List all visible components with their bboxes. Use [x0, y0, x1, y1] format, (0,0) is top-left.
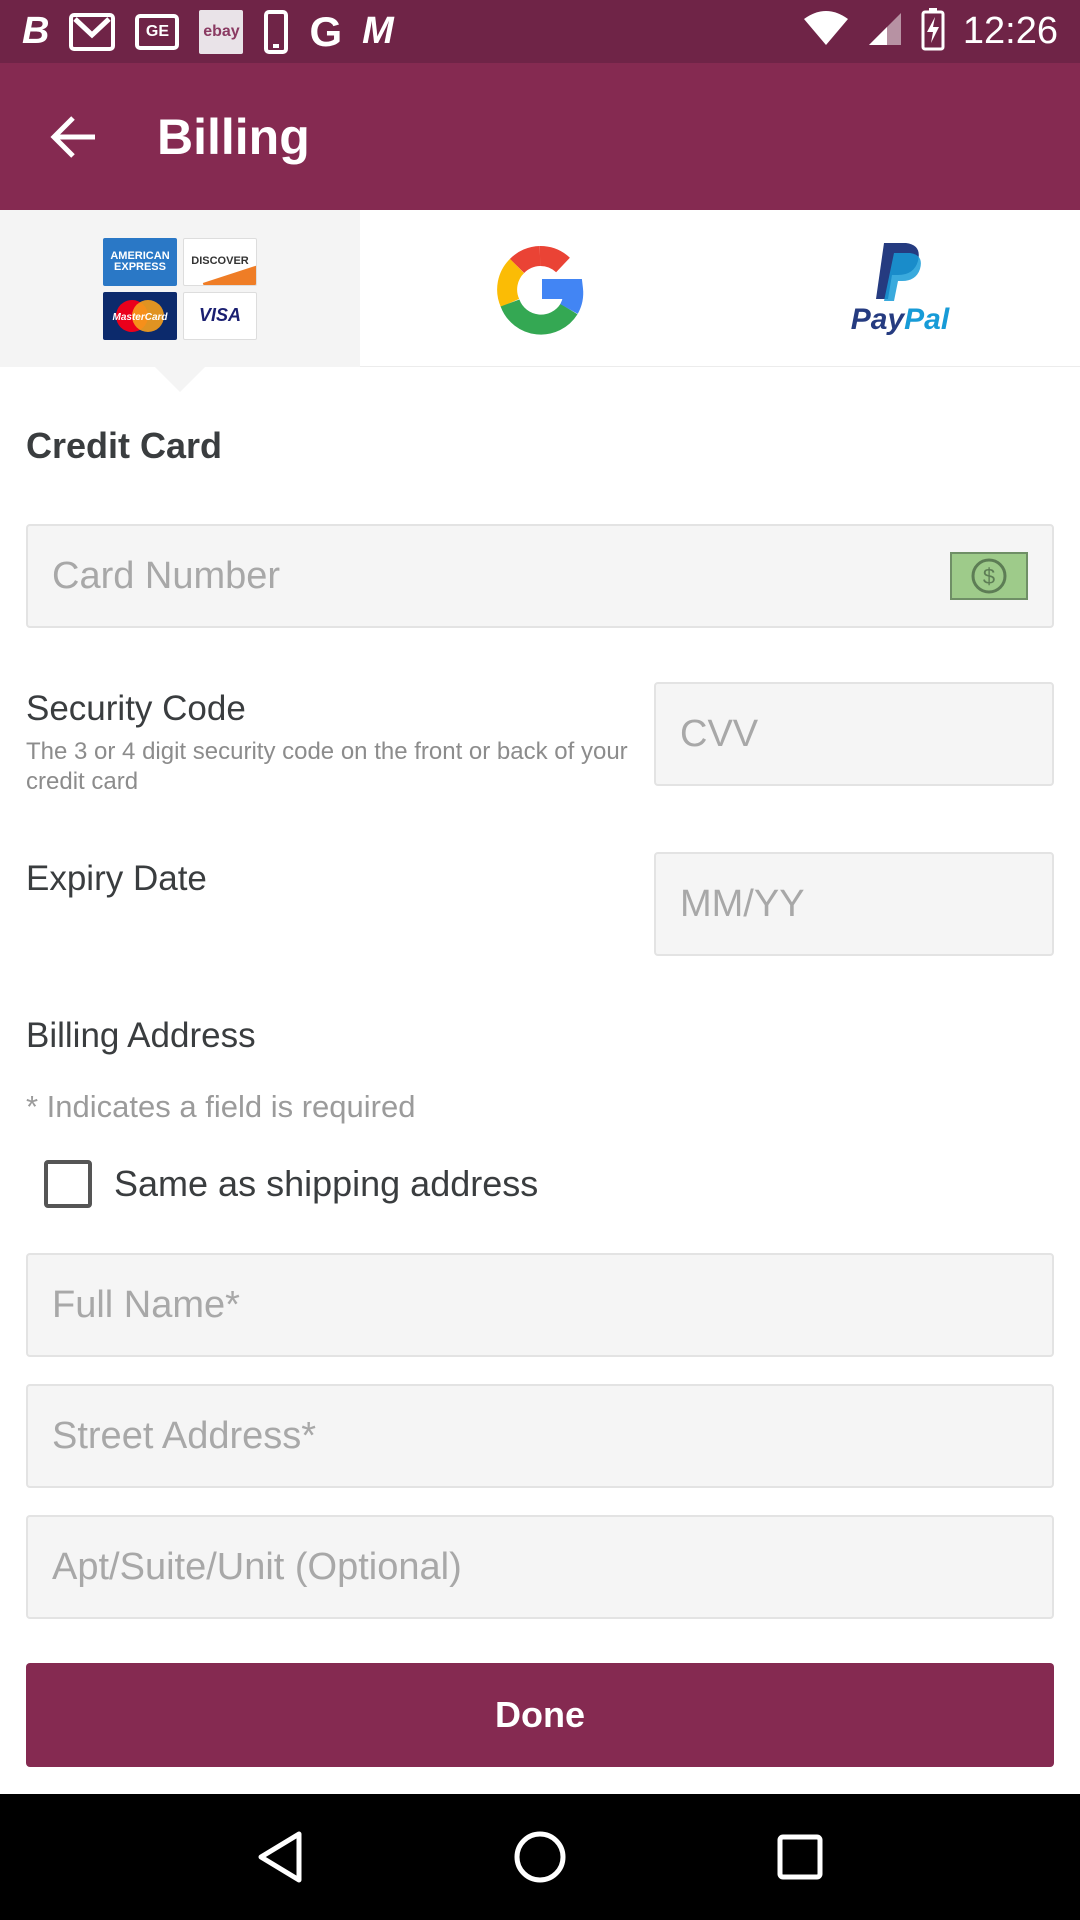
circle-home-icon: [514, 1831, 566, 1883]
triangle-back-icon: [258, 1831, 302, 1883]
status-time: 12:26: [962, 10, 1058, 52]
g-icon: G: [309, 7, 343, 55]
discover-logo: DISCOVER: [183, 237, 257, 286]
cvv-input[interactable]: [680, 712, 1028, 756]
required-note: * Indicates a field is required: [26, 1089, 416, 1124]
status-bar: B GE ebay G M 12:26: [0, 0, 1080, 63]
wifi-icon: [803, 11, 849, 52]
b-icon: B: [22, 10, 50, 52]
gmail-icon: [69, 12, 116, 52]
tab-credit-card[interactable]: AMERICAN EXPRESS DISCOVER MasterCard VIS…: [0, 210, 360, 367]
visa-logo: VISA: [183, 291, 257, 340]
navigation-bar: [0, 1794, 1080, 1920]
page-title: Billing: [157, 108, 310, 165]
signal-icon: [867, 11, 903, 52]
active-tab-indicator: [155, 367, 205, 392]
square-recents-icon: [777, 1834, 823, 1880]
security-code-label: Security Code: [26, 689, 246, 728]
paypal-p-icon: [875, 242, 921, 301]
card-logos: AMERICAN EXPRESS DISCOVER MasterCard VIS…: [103, 237, 257, 340]
nav-home-button[interactable]: [490, 1807, 590, 1907]
same-as-shipping-row[interactable]: Same as shipping address: [44, 1160, 538, 1208]
cvv-field[interactable]: [654, 682, 1054, 786]
full-name-input[interactable]: [52, 1283, 1028, 1327]
mastercard-logo: MasterCard: [103, 291, 177, 340]
cash-icon[interactable]: $: [950, 552, 1028, 600]
ebay-icon: ebay: [199, 9, 244, 54]
app-bar: Billing: [0, 63, 1080, 210]
apt-suite-input[interactable]: [52, 1545, 1028, 1589]
payment-method-tabs: AMERICAN EXPRESS DISCOVER MasterCard VIS…: [0, 210, 1080, 367]
phone-icon: [263, 9, 289, 54]
m-icon: M: [362, 10, 394, 52]
section-title: Credit Card: [26, 425, 223, 466]
svg-text:$: $: [983, 564, 995, 589]
same-as-shipping-checkbox[interactable]: [44, 1160, 92, 1208]
svg-text:MasterCard: MasterCard: [112, 312, 168, 323]
nav-recents-button[interactable]: [750, 1807, 850, 1907]
apt-suite-field[interactable]: [26, 1515, 1054, 1619]
paypal-logo: PayPal: [851, 241, 949, 337]
done-button[interactable]: Done: [26, 1663, 1054, 1767]
system-status: 12:26: [803, 7, 1058, 56]
amex-logo: AMERICAN EXPRESS: [103, 237, 177, 286]
full-name-field[interactable]: [26, 1253, 1054, 1357]
battery-charging-icon: [921, 7, 945, 56]
expiry-date-input[interactable]: [680, 882, 1028, 926]
notification-icons: B GE ebay G M: [22, 7, 394, 55]
street-address-input[interactable]: [52, 1414, 1028, 1458]
card-number-field[interactable]: $: [26, 524, 1054, 628]
street-address-field[interactable]: [26, 1384, 1054, 1488]
nav-back-button[interactable]: [230, 1807, 330, 1907]
ge-icon: GE: [135, 13, 180, 50]
tab-paypal[interactable]: PayPal: [720, 210, 1080, 367]
tab-google-pay[interactable]: [360, 210, 720, 367]
same-as-shipping-label[interactable]: Same as shipping address: [114, 1163, 538, 1205]
billing-address-label: Billing Address: [26, 1016, 256, 1055]
expiry-date-label: Expiry Date: [26, 859, 207, 898]
back-button[interactable]: [23, 87, 123, 187]
google-g-icon: [497, 245, 584, 335]
card-number-input[interactable]: [52, 554, 950, 598]
arrow-left-icon: [50, 115, 95, 158]
security-code-help: The 3 or 4 digit security code on the fr…: [26, 738, 628, 795]
expiry-date-field[interactable]: [654, 852, 1054, 956]
